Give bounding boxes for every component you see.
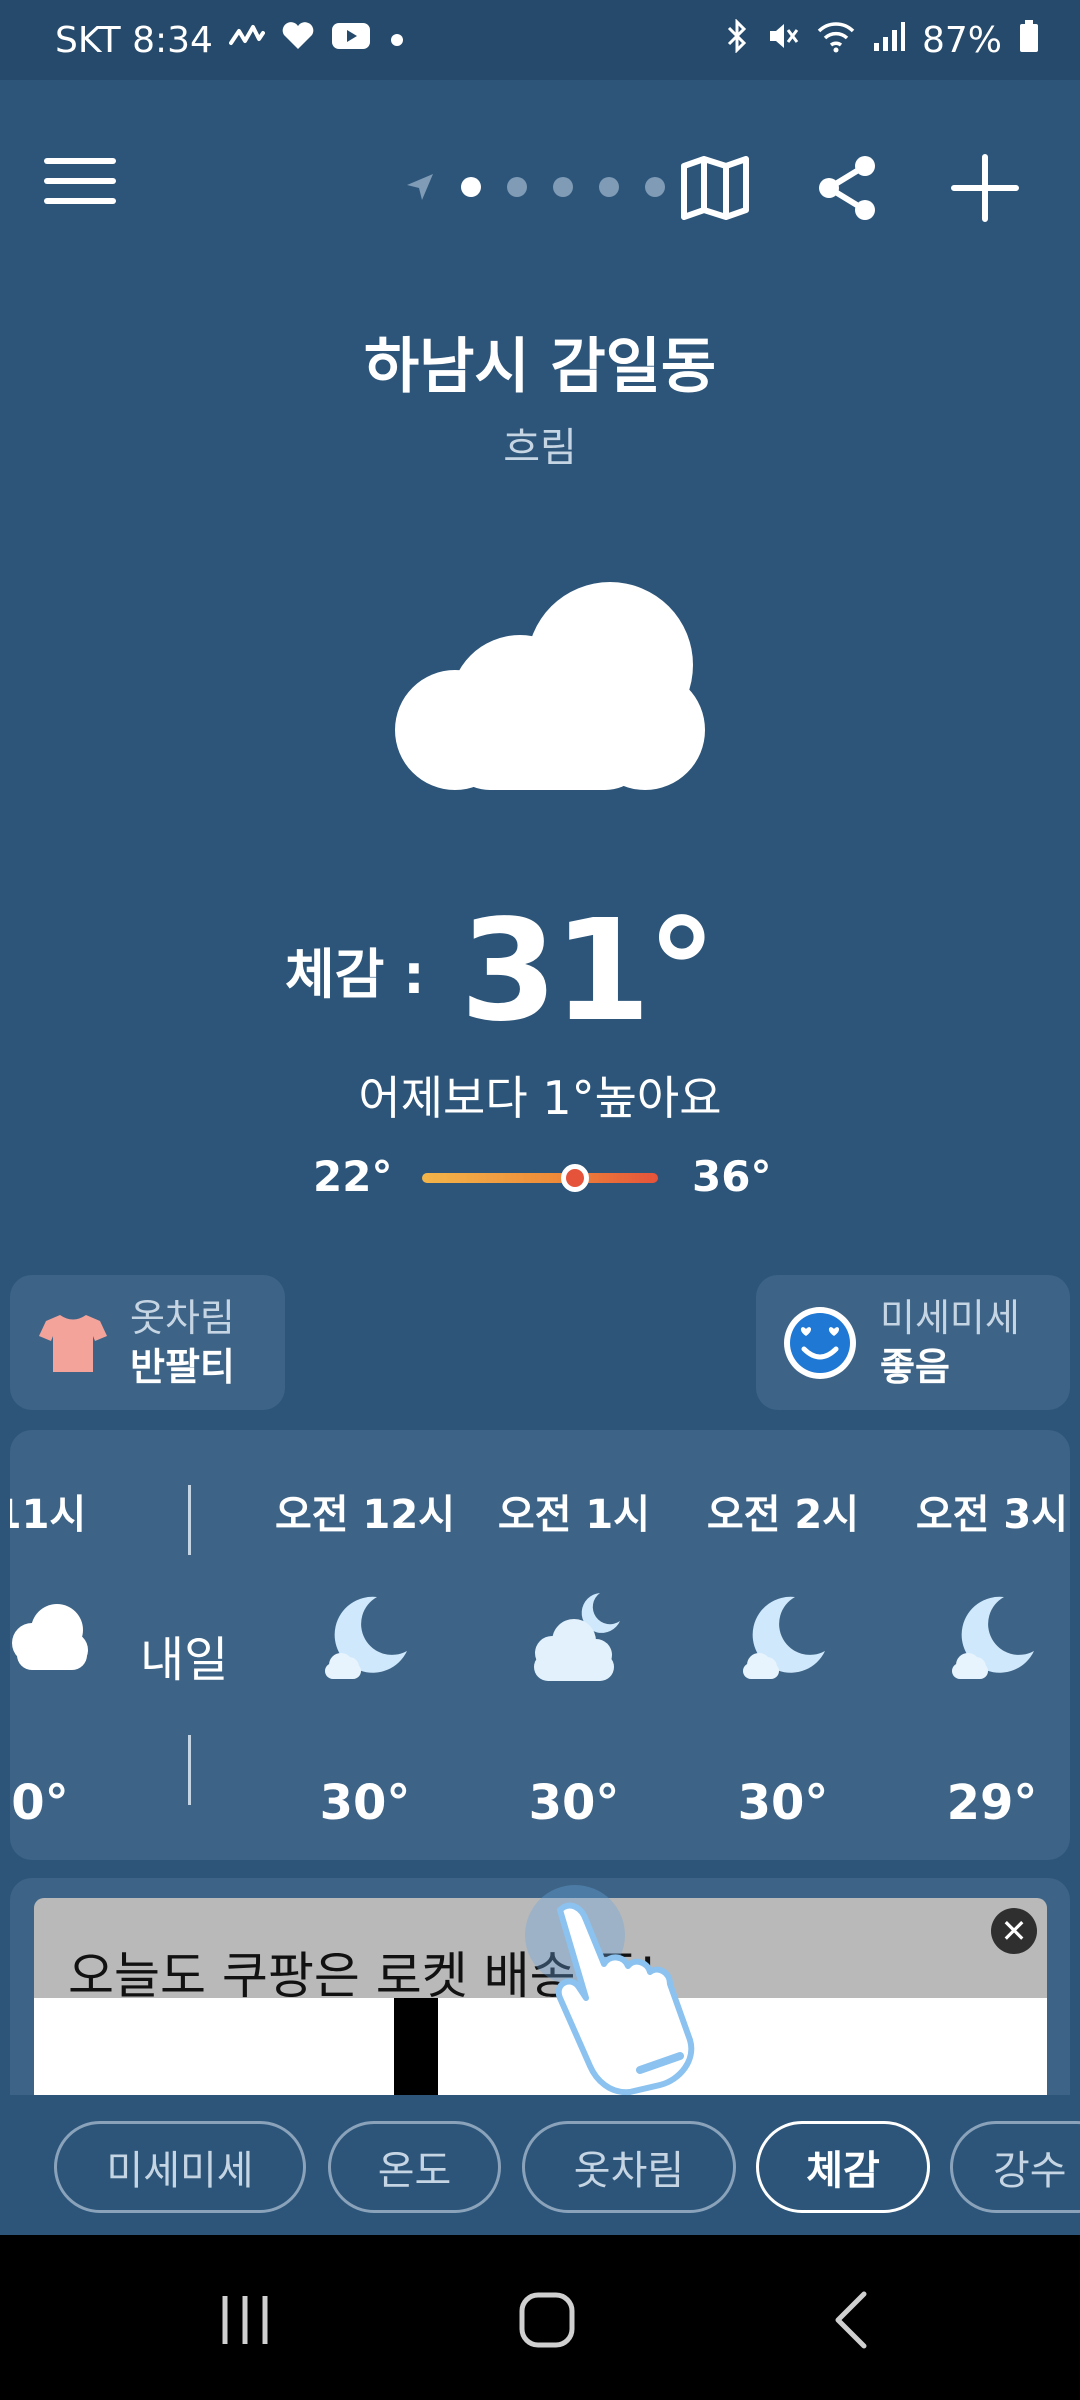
mute-icon (766, 19, 800, 62)
tab-feels-like[interactable]: 체감 (756, 2121, 930, 2213)
temperature-range: 22° 36° (0, 1148, 1080, 1208)
menu-icon-bar (44, 198, 116, 204)
tab-fine-dust[interactable]: 미세미세 (54, 2121, 306, 2213)
recent-apps-button[interactable] (200, 2280, 290, 2360)
hour-temperature: 29° (946, 1775, 1038, 1831)
hour-label: 오전 3시 (915, 1492, 1069, 1538)
plus-icon (951, 154, 1019, 222)
page-dot (553, 177, 573, 197)
category-tabs: 미세미세 온도 옷차림 체감 강수 (0, 2095, 1080, 2235)
wifi-icon (816, 19, 856, 62)
cloud-icon (395, 582, 705, 790)
youtube-icon (331, 21, 371, 59)
smiley-icon (784, 1306, 856, 1379)
tshirt-icon (39, 1314, 107, 1372)
hour-column: 오전 2시 30° (683, 1430, 883, 1860)
hour-label: 오전 2시 (706, 1492, 860, 1538)
hour-label: 오전 12시 (275, 1492, 455, 1538)
bluetooth-icon (724, 17, 750, 62)
feels-like-label: 체감 : (285, 943, 425, 1006)
heart-icon (281, 21, 315, 59)
battery-level: 87% (921, 19, 1002, 61)
hour-column: 오전 1시 30° (474, 1430, 674, 1860)
page-dot (645, 177, 665, 197)
status-bar: SKT 8:34 87% (0, 0, 1080, 80)
location-arrow-icon (407, 174, 433, 200)
hour-column: 오전 12시 30° (265, 1430, 465, 1860)
back-icon (835, 2291, 867, 2349)
clothes-card[interactable]: 옷차림 반팔티 (10, 1275, 285, 1410)
ad-close-button[interactable]: ✕ (991, 1908, 1037, 1954)
tab-clothes[interactable]: 옷차림 (522, 2121, 736, 2213)
add-location-button[interactable] (945, 148, 1025, 228)
signal-icon (872, 19, 906, 62)
range-track (422, 1173, 658, 1183)
back-button[interactable] (806, 2280, 896, 2360)
dot-icon (387, 23, 407, 58)
hour-label: 오전 1시 (497, 1492, 651, 1538)
status-right: 87% (724, 17, 1040, 62)
hour-temperature: 30° (319, 1775, 411, 1831)
hour-label: 11시 (10, 1492, 87, 1538)
hour-column: 오전 3시 29° (892, 1430, 1070, 1860)
hour-temperature: 30° (528, 1775, 620, 1831)
feels-like: 체감 : 31° (0, 890, 1080, 1053)
day-divider (188, 1735, 191, 1805)
page-dot (507, 177, 527, 197)
menu-icon-bar (44, 178, 116, 184)
high-temperature: 36° (692, 1152, 772, 1201)
status-left: SKT 8:34 (55, 20, 407, 61)
activity-icon (228, 21, 265, 59)
cloud-icon (12, 1604, 88, 1670)
moon-cloud-icon (325, 1596, 407, 1679)
fine-dust-card-text: 미세미세 좋음 (880, 1294, 1020, 1392)
tomorrow-label: 내일 (140, 1632, 229, 1688)
tab-temperature[interactable]: 온도 (328, 2121, 501, 2213)
fine-dust-title: 미세미세 (880, 1295, 1020, 1340)
hour-column-partial: 11시 0° (10, 1430, 140, 1860)
menu-button[interactable] (44, 152, 116, 224)
low-temperature: 22° (313, 1152, 393, 1201)
ad-image-strip (394, 1998, 438, 2095)
clothes-value: 반팔티 (130, 1344, 235, 1389)
battery-icon (1018, 19, 1040, 62)
clothes-title: 옷차림 (130, 1295, 235, 1340)
system-navigation-bar (0, 2235, 1080, 2400)
moon-cloud-icon (743, 1596, 825, 1679)
menu-icon-bar (44, 158, 116, 164)
feels-like-temperature: 31° (460, 890, 717, 1053)
page-dot-active (461, 177, 481, 197)
tap-hand-icon (525, 1885, 695, 2095)
hour-temperature: 0° (11, 1775, 69, 1831)
home-button[interactable] (502, 2280, 592, 2360)
current-temperature-marker (561, 1164, 590, 1192)
tab-precipitation[interactable]: 강수 (950, 2121, 1080, 2213)
close-icon: ✕ (1000, 1912, 1028, 1950)
fine-dust-value: 좋음 (880, 1344, 950, 1389)
location-title[interactable]: 하남시 감일동 (0, 318, 1080, 405)
weather-condition: 흐림 (503, 425, 577, 471)
day-divider (188, 1485, 191, 1555)
top-toolbar (0, 130, 1080, 250)
yesterday-comparison: 어제보다 1°높아요 (358, 1071, 722, 1125)
fine-dust-card[interactable]: 미세미세 좋음 (756, 1275, 1070, 1410)
hourly-forecast[interactable]: 11시 0° 내일 오전 12시 30° 오전 1시 30° 오전 2시 30°… (10, 1430, 1070, 1860)
hour-temperature: 30° (737, 1775, 829, 1831)
carrier-time: SKT 8:34 (55, 19, 213, 61)
moon-cloud-icon (952, 1596, 1034, 1679)
home-icon (519, 2292, 575, 2348)
cloud-moon-icon (534, 1593, 620, 1681)
map-button[interactable] (675, 148, 755, 228)
share-icon (819, 156, 875, 220)
location-page-indicator[interactable] (405, 172, 665, 202)
map-icon (681, 156, 749, 220)
clothes-card-text: 옷차림 반팔티 (130, 1294, 235, 1392)
page-dot (599, 177, 619, 197)
share-button[interactable] (808, 148, 888, 228)
recent-apps-icon (222, 2296, 268, 2344)
